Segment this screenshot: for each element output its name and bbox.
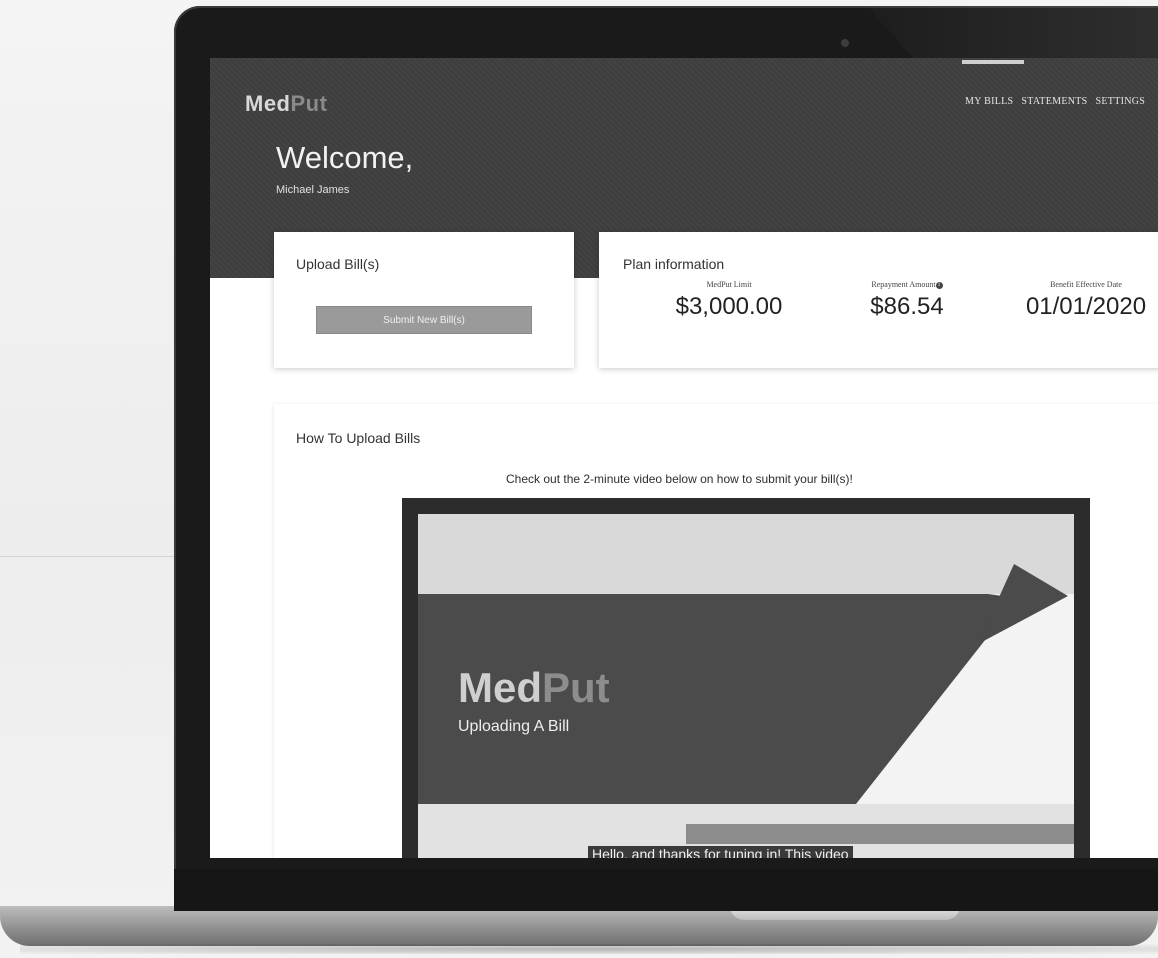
video-frame: MedPut Uploading A Bill Hello, and thank… bbox=[418, 514, 1074, 858]
nav-active-indicator bbox=[962, 60, 1024, 64]
info-icon[interactable]: i bbox=[935, 282, 943, 289]
video-player[interactable]: MedPut Uploading A Bill Hello, and thank… bbox=[402, 498, 1090, 858]
upload-bills-card: Upload Bill(s) Submit New Bill(s) bbox=[274, 232, 574, 368]
video-logo: MedPut bbox=[458, 664, 610, 712]
nav-my-bills[interactable]: MY BILLS bbox=[965, 96, 1013, 107]
laptop-base bbox=[0, 906, 1158, 946]
screen: MedPut MY BILLS STATEMENTS SETTINGS Welc… bbox=[210, 58, 1158, 858]
camera-icon bbox=[841, 39, 849, 47]
video-description: Check out the 2-minute video below on ho… bbox=[506, 472, 853, 486]
metric-value: $3,000.00 bbox=[675, 293, 783, 320]
screen-glare bbox=[867, 6, 1158, 66]
top-nav: MY BILLS STATEMENTS SETTINGS bbox=[965, 96, 1145, 107]
app-logo[interactable]: MedPut bbox=[245, 91, 327, 117]
metric-benefit-effective-date: Benefit Effective Date 01/01/2020 bbox=[1011, 280, 1158, 321]
nav-settings[interactable]: SETTINGS bbox=[1096, 96, 1146, 107]
video-logo-put: Put bbox=[542, 664, 610, 711]
submit-new-bills-button[interactable]: Submit New Bill(s) bbox=[316, 306, 532, 334]
upload-card-title: Upload Bill(s) bbox=[296, 256, 380, 272]
how-to-upload-card: How To Upload Bills Check out the 2-minu… bbox=[274, 404, 1158, 858]
logo-text-med: Med bbox=[245, 91, 291, 116]
metric-label: MedPut Limit bbox=[706, 280, 752, 289]
metric-value: 01/01/2020 bbox=[1025, 293, 1147, 320]
metric-label: Repayment Amount bbox=[871, 280, 936, 289]
video-top-band bbox=[418, 514, 1074, 594]
user-name: Michael James bbox=[276, 184, 350, 196]
metric-label-row: Repayment Amount i bbox=[837, 280, 977, 289]
video-accent-bar bbox=[686, 824, 1074, 844]
plan-card-title: Plan information bbox=[623, 256, 725, 272]
laptop-shadow bbox=[20, 944, 1158, 954]
video-captions: Hello, and thanks for tuning in! This vi… bbox=[588, 846, 853, 858]
metric-repayment-amount: Repayment Amount i $86.54 bbox=[837, 280, 977, 321]
welcome-heading: Welcome, bbox=[276, 140, 414, 175]
metric-medput-limit: MedPut Limit $3,000.00 bbox=[659, 280, 799, 321]
howto-title: How To Upload Bills bbox=[296, 430, 421, 446]
plan-information-card: Plan information MedPut Limit $3,000.00 … bbox=[599, 232, 1158, 368]
video-logo-med: Med bbox=[458, 664, 542, 711]
logo-text-put: Put bbox=[290, 91, 328, 116]
video-subtitle: Uploading A Bill bbox=[458, 718, 570, 735]
nav-statements[interactable]: STATEMENTS bbox=[1021, 96, 1087, 107]
metric-label: Benefit Effective Date bbox=[1050, 280, 1122, 289]
laptop-chin bbox=[174, 869, 1158, 911]
metric-value: $86.54 bbox=[870, 293, 944, 320]
